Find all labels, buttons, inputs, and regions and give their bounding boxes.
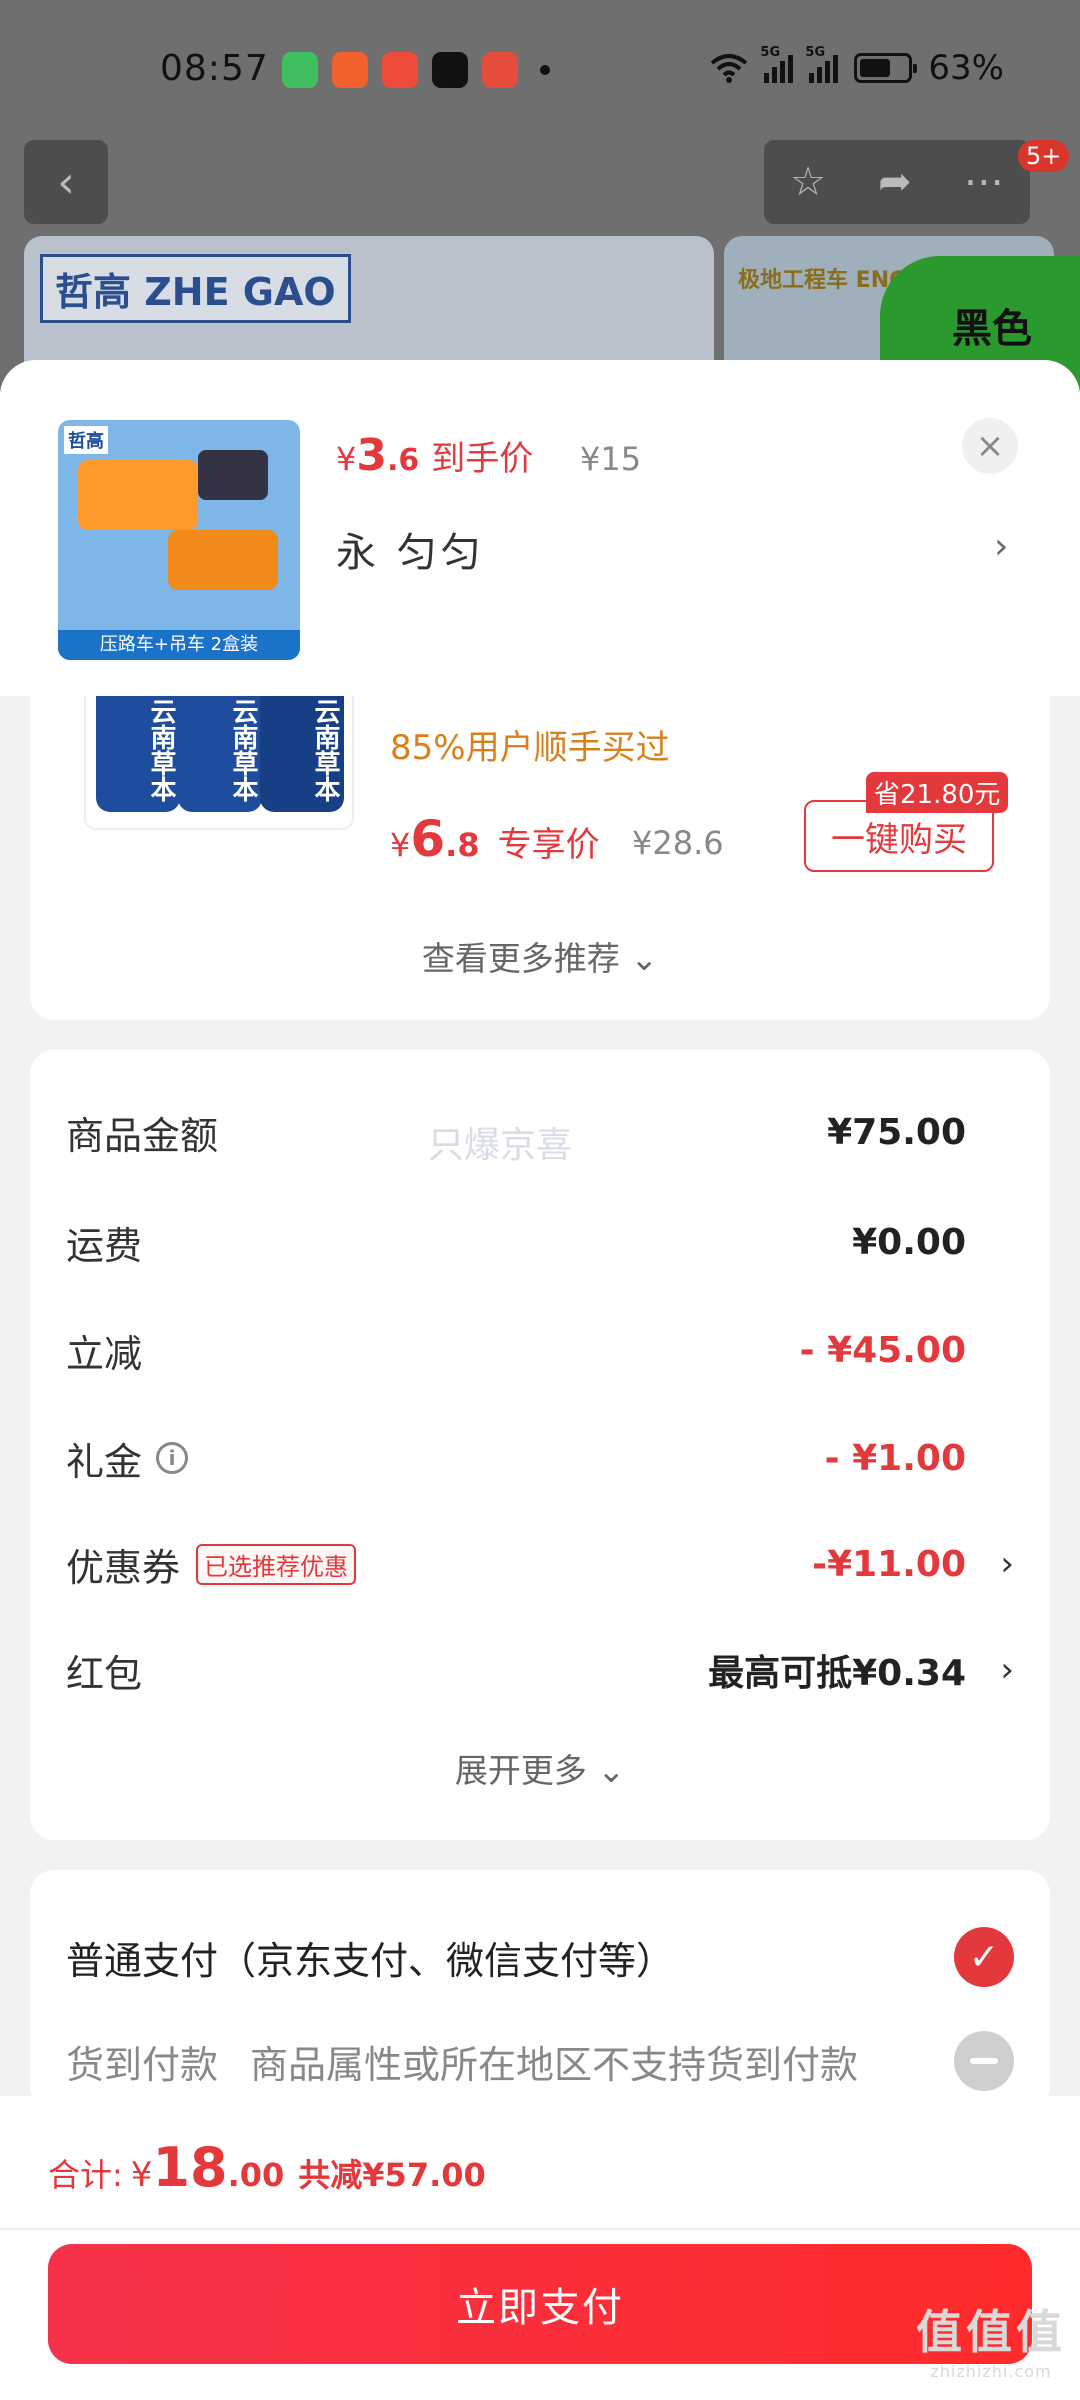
disabled-icon	[954, 2031, 1014, 2091]
checkout-sheet: 哲高 压路车+吊车 2盒装 ¥ 3 .6 到手价 ¥15 × 永 匀匀 › 云南…	[0, 360, 1080, 2400]
signal-icon: 5G	[760, 45, 794, 83]
recommendation-card: 云南草本 云南草本 云南草本 85%用户顺手买过 ¥ 6 .8 专享价 ¥28.…	[30, 660, 1050, 1020]
chevron-right-icon[interactable]: ›	[994, 526, 1008, 567]
background-page: 08:57 5G 5G 63% ‹ ☆ ➦ ⋯ 5+ 哲高 ZHE GAO 极地…	[0, 0, 1080, 400]
site-watermark: 值值值 zhizhizhi.com	[916, 2305, 1066, 2381]
orange-app-icon	[332, 52, 368, 88]
payment-option-normal[interactable]: 普通支付（京东支付、微信支付等） ✓	[66, 1922, 1036, 1992]
sheet-header: 哲高 压路车+吊车 2盒装 ¥ 3 .6 到手价 ¥15 × 永 匀匀 ›	[0, 360, 1080, 696]
recommendation-image: 云南草本 云南草本 云南草本	[84, 680, 354, 830]
thumb-brand: 哲高	[64, 426, 108, 454]
more-icon[interactable]: ⋯	[964, 159, 1004, 205]
close-icon[interactable]: ×	[962, 418, 1018, 474]
bottom-pay-bar: 合计: ¥ 18 .00 共减¥57.00 立即支付 值值值 zhizhizhi…	[0, 2096, 1080, 2400]
recommendation-price: ¥ 6 .8 专享价	[390, 810, 600, 868]
payment-option-cod: 货到付款 商品属性或所在地区不支持货到付款	[66, 2026, 1036, 2096]
fee-row-redpacket[interactable]: 红包 最高可抵¥0.34 ›	[66, 1640, 1016, 1700]
notification-badge: 5+	[1018, 140, 1070, 172]
recommendation-original-price: ¥28.6	[632, 824, 724, 862]
product-thumbnail: 哲高 压路车+吊车 2盒装	[58, 420, 300, 660]
fee-row-gift: 礼金 i - ¥1.00	[66, 1437, 966, 1484]
status-right: 5G 5G 63%	[710, 45, 1004, 88]
fee-row-goods: 商品金额 ¥75.00	[66, 1111, 966, 1158]
share-icon[interactable]: ➦	[878, 159, 912, 205]
payment-option-label: 普通支付（京东支付、微信支付等）	[66, 1938, 675, 1983]
check-icon[interactable]: ✓	[954, 1927, 1014, 1987]
coupon-tag: 已选推荐优惠	[196, 1543, 357, 1585]
more-notifications-icon	[540, 65, 550, 75]
header-original-price: ¥15	[580, 440, 642, 478]
wifi-icon	[711, 54, 748, 83]
battery-percent: 63%	[928, 48, 1004, 88]
chevron-right-icon: ›	[1000, 1544, 1014, 1584]
signal-icon-2: 5G	[805, 45, 839, 83]
red-badge-app-icon	[482, 52, 518, 88]
green-app-icon	[282, 52, 318, 88]
total-savings: 共减¥57.00	[298, 2156, 486, 2194]
header-price: ¥ 3 .6 到手价	[336, 430, 534, 481]
fee-row-coupon[interactable]: 优惠券 已选推荐优惠 -¥11.00 ›	[66, 1534, 1016, 1594]
expand-more-link[interactable]: 展开更多 ⌄	[30, 1744, 1050, 1792]
save-badge: 省21.80元	[866, 772, 1009, 813]
fee-row-shipping: 运费 ¥0.00	[66, 1221, 966, 1268]
chevron-right-icon: ›	[1000, 1650, 1014, 1690]
recommendation-subtitle: 85%用户顺手买过	[390, 728, 670, 768]
payment-option-note: 商品属性或所在地区不支持货到付款	[250, 2042, 859, 2087]
more-recommendations-link[interactable]: 查看更多推荐 ⌄	[30, 932, 1050, 980]
order-total: 合计: ¥ 18 .00 共减¥57.00	[48, 2136, 486, 2199]
status-time: 08:57	[160, 48, 269, 89]
battery-icon	[854, 53, 918, 83]
fee-summary-card: 只爆京喜 商品金额 ¥75.00 运费 ¥0.00 立减 - ¥45.00 礼金…	[30, 1050, 1050, 1840]
pay-now-button[interactable]: 立即支付	[48, 2244, 1032, 2364]
status-bar: 08:57 5G 5G 63%	[0, 0, 1080, 130]
info-icon[interactable]: i	[156, 1442, 189, 1474]
payment-method-card: 普通支付（京东支付、微信支付等） ✓ 货到付款 商品属性或所在地区不支持货到付款	[30, 1870, 1050, 2110]
nav-actions: ☆ ➦ ⋯	[764, 140, 1030, 224]
thumb-caption: 压路车+吊车 2盒装	[58, 630, 300, 660]
brand-logo: 哲高 ZHE GAO	[40, 254, 351, 323]
spec-selector[interactable]: 永 匀匀	[336, 520, 485, 578]
back-arrow-icon[interactable]: ‹	[24, 140, 108, 224]
red-robot-app-icon	[382, 52, 418, 88]
payment-option-label: 货到付款	[66, 2042, 219, 2087]
status-app-icons	[282, 52, 550, 88]
star-icon[interactable]: ☆	[790, 159, 826, 205]
tiktok-icon	[432, 52, 468, 88]
fee-row-discount: 立减 - ¥45.00	[66, 1329, 966, 1376]
